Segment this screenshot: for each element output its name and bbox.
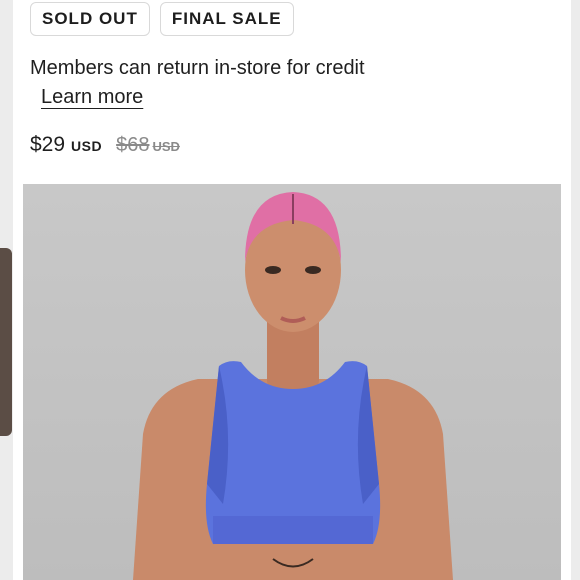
learn-more-link[interactable]: Learn more [41,86,143,109]
original-price: $68 [116,134,150,156]
price-block: $29 USD $68 USD [30,133,180,157]
phone-side-button [0,248,12,436]
sold-out-badge: SOLD OUT [30,2,150,36]
model-eye-right [305,266,321,274]
bra-band [213,516,373,544]
model-eye-left [265,266,281,274]
product-image[interactable] [23,184,561,580]
sale-price-currency: USD [71,138,103,154]
product-page: SOLD OUT FINAL SALE Members can return i… [13,0,571,580]
original-price-currency: USD [152,139,180,154]
final-sale-badge: FINAL SALE [159,2,294,36]
return-policy-notice: Members can return in-store for credit [30,57,365,79]
model-illustration [133,192,453,580]
sale-price: $29 [30,133,66,156]
status-badges: SOLD OUT FINAL SALE [30,2,294,36]
